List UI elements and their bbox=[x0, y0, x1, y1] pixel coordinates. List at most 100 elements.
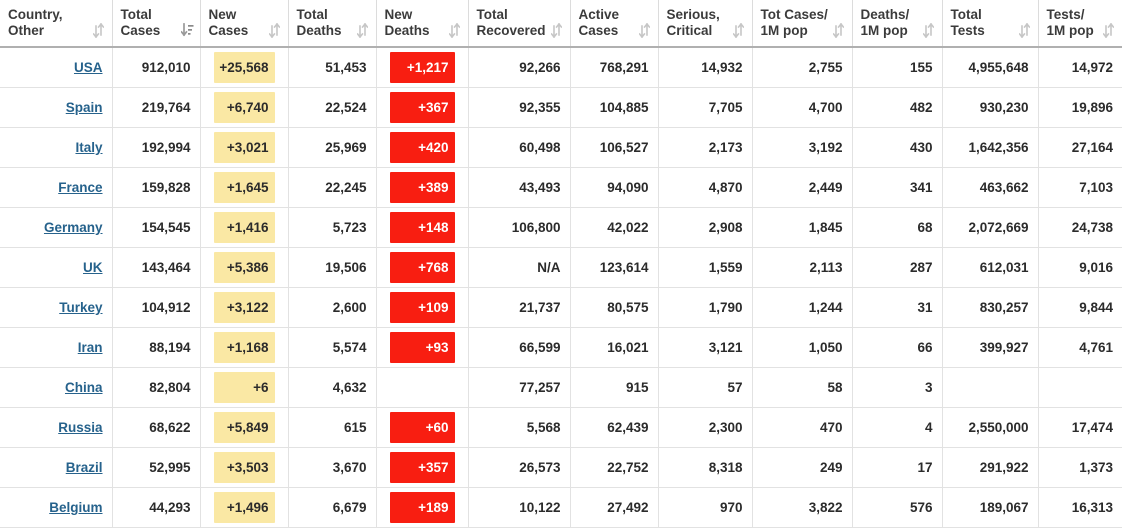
cell-new-cases: +3,021 bbox=[200, 127, 289, 168]
sort-both-icon[interactable] bbox=[550, 23, 562, 38]
cell-country: Brazil bbox=[0, 447, 113, 488]
cell-tot-cases-per-1m: 58 bbox=[752, 367, 853, 408]
column-header-active-cases[interactable]: Active Cases bbox=[570, 0, 659, 48]
cell-tests-per-1m: 9,844 bbox=[1038, 287, 1122, 328]
country-link[interactable]: UK bbox=[83, 260, 103, 275]
cell-total-tests: 463,662 bbox=[942, 167, 1039, 208]
cell-active-cases: 768,291 bbox=[570, 47, 659, 88]
cell-active-cases: 16,021 bbox=[570, 327, 659, 368]
new-deaths-highlight: +148 bbox=[389, 212, 455, 243]
new-cases-highlight: +1,645 bbox=[213, 172, 275, 203]
cell-serious-critical: 57 bbox=[658, 367, 753, 408]
cell-new-cases: +5,849 bbox=[200, 407, 289, 448]
cell-total-deaths: 2,600 bbox=[288, 287, 377, 328]
country-link[interactable]: Russia bbox=[58, 420, 102, 435]
cell-total-deaths: 51,453 bbox=[288, 47, 377, 88]
new-cases-highlight: +25,568 bbox=[213, 52, 275, 83]
column-header-tot-cases-per-1m[interactable]: Tot Cases/ 1M pop bbox=[752, 0, 853, 48]
country-link[interactable]: Turkey bbox=[59, 300, 102, 315]
column-header-label: Country, Other bbox=[8, 7, 63, 38]
column-header-serious-critical[interactable]: Serious, Critical bbox=[658, 0, 753, 48]
cell-total-recovered: 5,568 bbox=[468, 407, 571, 448]
cell-country: UK bbox=[0, 247, 113, 288]
new-cases-highlight: +5,386 bbox=[213, 252, 275, 283]
column-header-total-recovered[interactable]: Total Recovered bbox=[468, 0, 571, 48]
cell-total-tests: 291,922 bbox=[942, 447, 1039, 488]
country-link[interactable]: Belgium bbox=[49, 500, 102, 515]
cell-total-tests: 399,927 bbox=[942, 327, 1039, 368]
cell-total-tests bbox=[942, 367, 1039, 408]
cell-country: Germany bbox=[0, 207, 113, 248]
country-link[interactable]: China bbox=[65, 380, 103, 395]
sort-both-icon[interactable] bbox=[356, 23, 368, 38]
column-header-new-deaths[interactable]: New Deaths bbox=[376, 0, 469, 48]
cell-new-cases: +3,503 bbox=[200, 447, 289, 488]
cell-serious-critical: 14,932 bbox=[658, 47, 753, 88]
country-link[interactable]: Italy bbox=[75, 140, 102, 155]
country-link[interactable]: France bbox=[58, 180, 102, 195]
column-header-label: Deaths/ 1M pop bbox=[860, 7, 910, 38]
cell-country: Spain bbox=[0, 87, 113, 128]
column-header-total-cases[interactable]: Total Cases bbox=[112, 0, 201, 48]
cell-new-cases: +1,416 bbox=[200, 207, 289, 248]
sort-both-icon[interactable] bbox=[732, 23, 744, 38]
new-deaths-highlight: +389 bbox=[389, 172, 455, 203]
sort-descending-active-icon[interactable] bbox=[180, 23, 193, 38]
country-link[interactable]: Germany bbox=[44, 220, 103, 235]
new-deaths-highlight: +420 bbox=[389, 132, 455, 163]
cell-total-cases: 219,764 bbox=[112, 87, 201, 128]
covid-statistics-table: Country, Other Total Cases New Cases Total … bbox=[0, 0, 1122, 528]
new-cases-highlight: +6 bbox=[213, 372, 275, 403]
column-header-total-tests[interactable]: Total Tests bbox=[942, 0, 1039, 48]
sort-both-icon[interactable] bbox=[92, 23, 104, 38]
country-link[interactable]: Iran bbox=[78, 340, 103, 355]
column-header-label: Serious, Critical bbox=[666, 7, 720, 38]
cell-total-recovered: 77,257 bbox=[468, 367, 571, 408]
cell-total-cases: 912,010 bbox=[112, 47, 201, 88]
cell-total-recovered: N/A bbox=[468, 247, 571, 288]
cell-total-deaths: 5,574 bbox=[288, 327, 377, 368]
cell-active-cases: 106,527 bbox=[570, 127, 659, 168]
cell-deaths-per-1m: 3 bbox=[852, 367, 943, 408]
cell-total-cases: 82,804 bbox=[112, 367, 201, 408]
sort-both-icon[interactable] bbox=[638, 23, 650, 38]
cell-country: France bbox=[0, 167, 113, 208]
cell-active-cases: 104,885 bbox=[570, 87, 659, 128]
cell-deaths-per-1m: 155 bbox=[852, 47, 943, 88]
cell-tot-cases-per-1m: 3,192 bbox=[752, 127, 853, 168]
cell-total-deaths: 3,670 bbox=[288, 447, 377, 488]
new-cases-highlight: +1,168 bbox=[213, 332, 275, 363]
column-header-tests-per-1m[interactable]: Tests/ 1M pop bbox=[1038, 0, 1122, 48]
table-row: Brazil 52,995 +3,503 3,670 +357 26,573 22,752 8… bbox=[0, 447, 1122, 488]
cell-tot-cases-per-1m: 4,700 bbox=[752, 87, 853, 128]
cell-new-deaths bbox=[376, 367, 469, 408]
country-link[interactable]: Brazil bbox=[66, 460, 103, 475]
cell-new-cases: +5,386 bbox=[200, 247, 289, 288]
cell-total-tests: 189,067 bbox=[942, 487, 1039, 528]
column-header-deaths-per-1m[interactable]: Deaths/ 1M pop bbox=[852, 0, 943, 48]
sort-both-icon[interactable] bbox=[1018, 23, 1030, 38]
cell-total-tests: 4,955,648 bbox=[942, 47, 1039, 88]
column-header-new-cases[interactable]: New Cases bbox=[200, 0, 289, 48]
cell-serious-critical: 1,790 bbox=[658, 287, 753, 328]
sort-both-icon[interactable] bbox=[922, 23, 934, 38]
column-header-country[interactable]: Country, Other bbox=[0, 0, 113, 48]
cell-active-cases: 915 bbox=[570, 367, 659, 408]
cell-total-recovered: 92,266 bbox=[468, 47, 571, 88]
new-cases-highlight: +6,740 bbox=[213, 92, 275, 123]
sort-both-icon[interactable] bbox=[1103, 23, 1114, 38]
sort-both-icon[interactable] bbox=[268, 23, 280, 38]
table-row: France 159,828 +1,645 22,245 +389 43,493 94,09… bbox=[0, 167, 1122, 208]
cell-tot-cases-per-1m: 249 bbox=[752, 447, 853, 488]
column-header-total-deaths[interactable]: Total Deaths bbox=[288, 0, 377, 48]
country-link[interactable]: Spain bbox=[66, 100, 103, 115]
cell-tests-per-1m: 1,373 bbox=[1038, 447, 1122, 488]
sort-both-icon[interactable] bbox=[448, 23, 460, 38]
country-link[interactable]: USA bbox=[74, 60, 103, 75]
cell-total-recovered: 43,493 bbox=[468, 167, 571, 208]
new-cases-highlight: +3,021 bbox=[213, 132, 275, 163]
cell-tests-per-1m: 7,103 bbox=[1038, 167, 1122, 208]
sort-both-icon[interactable] bbox=[832, 23, 844, 38]
new-deaths-highlight: +60 bbox=[389, 412, 455, 443]
cell-country: China bbox=[0, 367, 113, 408]
